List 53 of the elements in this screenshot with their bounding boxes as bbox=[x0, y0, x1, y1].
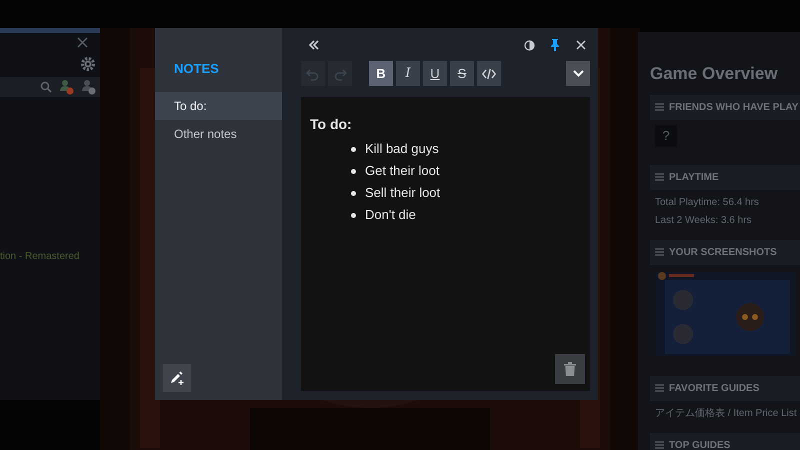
double-chevron-icon[interactable] bbox=[308, 40, 320, 50]
game-status-text: tion - Remastered bbox=[0, 250, 80, 264]
italic-button[interactable]: I bbox=[396, 61, 420, 86]
note-heading: To do: bbox=[310, 115, 353, 134]
bullet-icon bbox=[351, 190, 356, 196]
list-item-text: Don't die bbox=[365, 206, 416, 224]
dropdown-button[interactable] bbox=[566, 61, 590, 86]
bullet-icon bbox=[351, 146, 356, 152]
section-text: Last 2 Weeks: 3.6 hrs bbox=[655, 214, 753, 228]
search-icon[interactable] bbox=[40, 81, 52, 93]
code-icon bbox=[482, 66, 496, 80]
menu-icon bbox=[655, 103, 664, 111]
bullet-icon bbox=[351, 212, 356, 218]
list-item-text: Get their loot bbox=[365, 162, 440, 180]
bullet-icon bbox=[351, 168, 356, 174]
menu-icon bbox=[655, 384, 664, 392]
new-note-button[interactable] bbox=[163, 364, 191, 392]
section-header[interactable]: FRIENDS WHO HAVE PLAY bbox=[650, 94, 800, 120]
redo-icon bbox=[333, 66, 347, 80]
pencil-plus-icon bbox=[169, 370, 185, 386]
code-button[interactable] bbox=[477, 61, 501, 86]
note-list-item[interactable]: Other notes bbox=[155, 120, 282, 148]
page-title: Game Overview bbox=[650, 63, 779, 85]
section-header[interactable]: FAVORITE GUIDES bbox=[650, 376, 800, 400]
note-editor[interactable]: To do: Kill bad guys Get their loot Sell their loot Don't die bbox=[301, 97, 590, 391]
trash-icon bbox=[564, 362, 576, 376]
list-item-text: Kill bad guys bbox=[365, 140, 439, 158]
menu-icon bbox=[655, 248, 664, 256]
section-text: Total Playtime: 56.4 hrs bbox=[655, 196, 760, 210]
contrast-icon[interactable] bbox=[524, 40, 535, 50]
undo-icon bbox=[306, 66, 320, 80]
bold-button[interactable]: B bbox=[369, 61, 393, 86]
strike-button[interactable]: S bbox=[450, 61, 474, 86]
settings-icon[interactable] bbox=[80, 56, 96, 72]
section-header[interactable]: PLAYTIME bbox=[650, 164, 800, 190]
note-list-item[interactable]: To do: bbox=[155, 92, 282, 120]
section-text: アイテム価格表 / Item Price List bbox=[655, 406, 798, 420]
menu-icon bbox=[655, 441, 664, 449]
section-header[interactable]: TOP GUIDES bbox=[650, 432, 800, 450]
chevron-down-icon bbox=[572, 70, 584, 77]
section-title: YOUR SCREENSHOTS bbox=[669, 246, 777, 260]
notes-title: NOTES bbox=[173, 60, 220, 78]
underline-button[interactable]: U bbox=[423, 61, 447, 86]
section-title: FRIENDS WHO HAVE PLAY bbox=[669, 100, 798, 114]
list-item-text: Sell their loot bbox=[365, 184, 440, 202]
section-title: TOP GUIDES bbox=[669, 438, 730, 450]
pin-icon[interactable] bbox=[550, 39, 560, 51]
section-title: FAVORITE GUIDES bbox=[669, 382, 760, 396]
user-badge-icon[interactable] bbox=[60, 79, 74, 95]
section-title: PLAYTIME bbox=[669, 170, 719, 184]
section-header[interactable]: YOUR SCREENSHOTS bbox=[650, 240, 800, 264]
delete-button[interactable] bbox=[555, 354, 585, 384]
menu-icon bbox=[655, 173, 664, 181]
